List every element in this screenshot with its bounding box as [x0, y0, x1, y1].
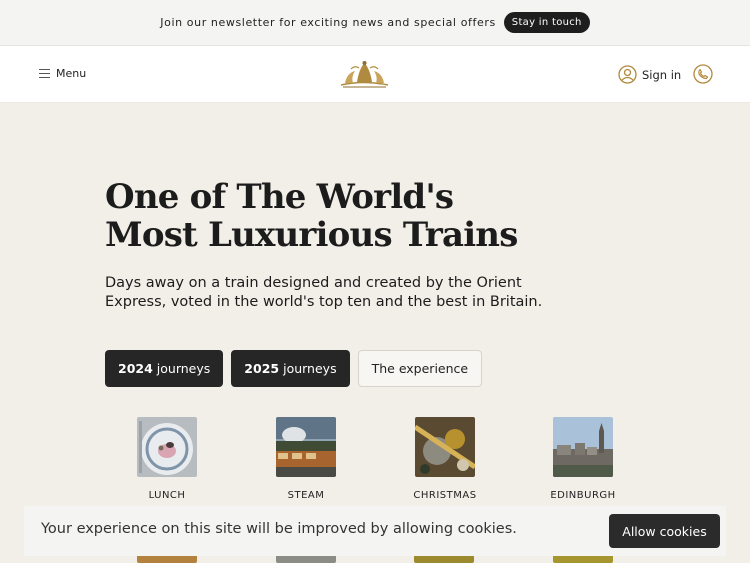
site-header: Menu Sign in: [0, 46, 750, 103]
tab-2025-label: journeys: [283, 361, 337, 376]
steam-train-photo: [276, 417, 336, 477]
hamburger-icon: [39, 69, 50, 79]
menu-button[interactable]: Menu: [39, 67, 86, 80]
tab-2025-year: 2025: [244, 361, 280, 376]
tab-the-experience[interactable]: The experience: [357, 350, 483, 387]
announcement-bar: Join our newsletter for exciting news an…: [0, 0, 750, 46]
hero-title-line-1: One of The World's: [105, 177, 454, 217]
menu-label: Menu: [56, 67, 87, 80]
category-label-christmas: CHRISTMAS: [413, 490, 477, 501]
tab-2024-label: journeys: [156, 361, 211, 376]
cookie-banner: Your experience on this site will be imp…: [24, 506, 726, 556]
sign-in-label: Sign in: [642, 67, 682, 82]
category-label-steam: STEAM: [287, 490, 325, 501]
category-christmas[interactable]: CHRISTMAS: [395, 417, 495, 501]
tab-2024-journeys[interactable]: 2024 journeys: [105, 350, 224, 387]
hero-subtitle: Days away on a train designed and create…: [105, 275, 543, 310]
plated-lunch-photo: [137, 417, 197, 477]
journey-tabs: 2024 journeys 2025 journeys The experien…: [105, 350, 483, 387]
category-edinburgh[interactable]: EDINBURGH: [533, 417, 633, 501]
edinburgh-skyline-photo: [553, 417, 613, 477]
cookie-message: Your experience on this site will be imp…: [41, 521, 517, 537]
announcement-text: Join our newsletter for exciting news an…: [160, 16, 496, 29]
crest-logo[interactable]: [337, 59, 392, 89]
stay-in-touch-button[interactable]: Stay in touch: [503, 12, 590, 33]
phone-icon[interactable]: [693, 64, 713, 84]
user-icon: [618, 65, 637, 84]
tab-2025-journeys[interactable]: 2025 journeys: [231, 350, 350, 387]
hero-title: One of The World's Most Luxurious Trains: [105, 178, 625, 254]
category-lunch[interactable]: LUNCH: [117, 417, 217, 501]
sign-in-button[interactable]: Sign in: [618, 65, 681, 84]
hero-title-line-2: Most Luxurious Trains: [105, 215, 518, 255]
category-label-edinburgh: EDINBURGH: [550, 490, 616, 501]
allow-cookies-button[interactable]: Allow cookies: [609, 514, 720, 548]
category-label-lunch: LUNCH: [148, 490, 186, 501]
christmas-decor-photo: [413, 417, 477, 477]
category-steam[interactable]: STEAM: [256, 417, 356, 501]
tab-2024-year: 2024: [118, 361, 153, 376]
